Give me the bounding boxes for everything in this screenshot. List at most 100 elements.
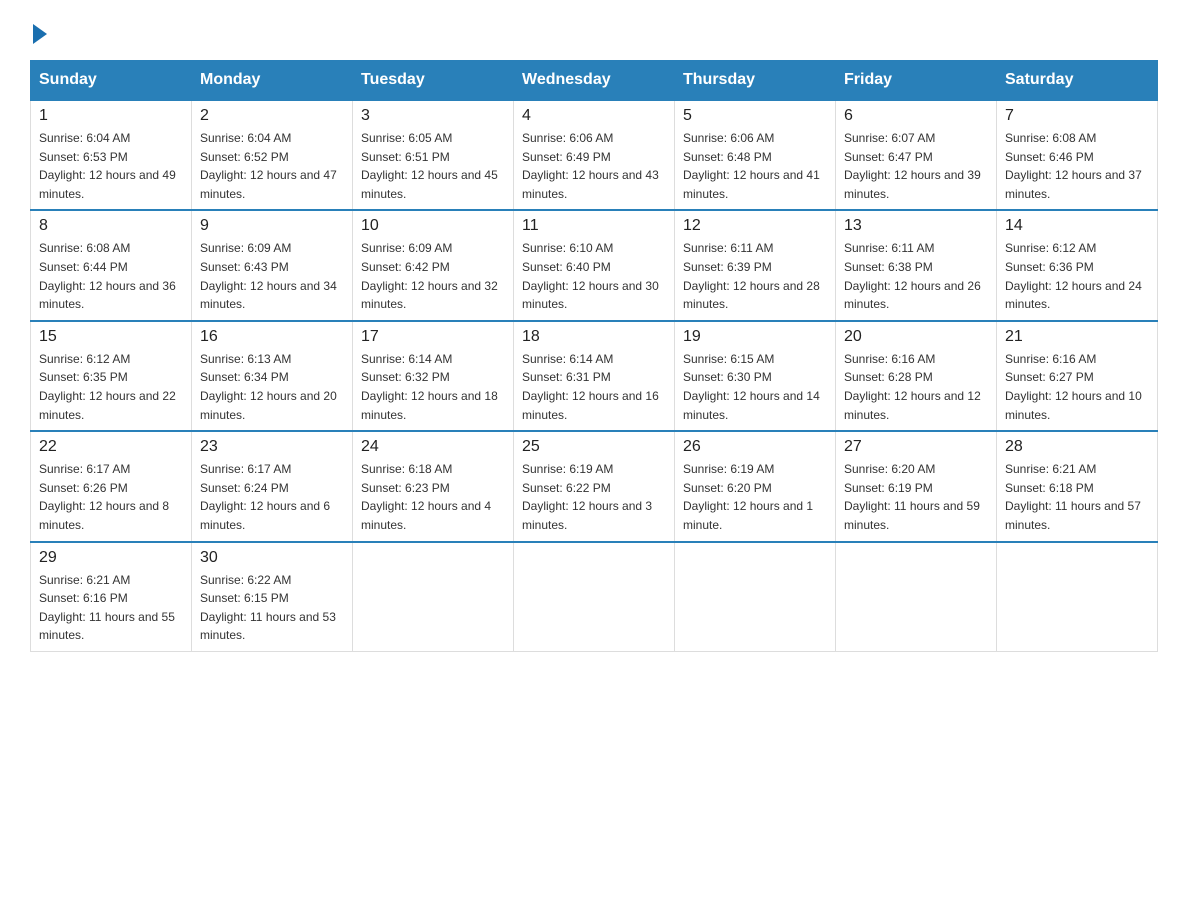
day-number: 2 xyxy=(200,107,344,125)
calendar-cell xyxy=(836,542,997,652)
calendar-cell: 23 Sunrise: 6:17 AMSunset: 6:24 PMDayligh… xyxy=(192,431,353,541)
day-info: Sunrise: 6:14 AMSunset: 6:31 PMDaylight:… xyxy=(522,352,659,422)
calendar-cell: 9 Sunrise: 6:09 AMSunset: 6:43 PMDaylight… xyxy=(192,210,353,320)
day-info: Sunrise: 6:12 AMSunset: 6:36 PMDaylight:… xyxy=(1005,241,1142,311)
day-info: Sunrise: 6:21 AMSunset: 6:16 PMDaylight:… xyxy=(39,573,175,643)
day-number: 9 xyxy=(200,217,344,235)
day-info: Sunrise: 6:08 AMSunset: 6:46 PMDaylight:… xyxy=(1005,131,1142,201)
calendar-cell: 18 Sunrise: 6:14 AMSunset: 6:31 PMDayligh… xyxy=(514,321,675,431)
day-info: Sunrise: 6:17 AMSunset: 6:26 PMDaylight:… xyxy=(39,462,169,532)
day-info: Sunrise: 6:20 AMSunset: 6:19 PMDaylight:… xyxy=(844,462,980,532)
calendar-cell: 25Sunrise: 6:19 AMSunset: 6:22 PMDayligh… xyxy=(514,431,675,541)
calendar-cell: 10Sunrise: 6:09 AMSunset: 6:42 PMDayligh… xyxy=(353,210,514,320)
day-number: 27 xyxy=(844,438,988,456)
day-number: 21 xyxy=(1005,328,1149,346)
day-number: 24 xyxy=(361,438,505,456)
calendar-cell xyxy=(353,542,514,652)
day-info: Sunrise: 6:14 AMSunset: 6:32 PMDaylight:… xyxy=(361,352,498,422)
calendar-cell: 26 Sunrise: 6:19 AMSunset: 6:20 PMDayligh… xyxy=(675,431,836,541)
calendar-header-row: SundayMondayTuesdayWednesdayThursdayFrid… xyxy=(31,61,1158,101)
header-thursday: Thursday xyxy=(675,61,836,101)
day-info: Sunrise: 6:08 AMSunset: 6:44 PMDaylight:… xyxy=(39,241,176,311)
day-info: Sunrise: 6:12 AMSunset: 6:35 PMDaylight:… xyxy=(39,352,176,422)
calendar-cell: 1 Sunrise: 6:04 AMSunset: 6:53 PMDaylight… xyxy=(31,100,192,210)
header-wednesday: Wednesday xyxy=(514,61,675,101)
week-row-3: 15 Sunrise: 6:12 AMSunset: 6:35 PMDayligh… xyxy=(31,321,1158,431)
day-info: Sunrise: 6:11 AMSunset: 6:38 PMDaylight:… xyxy=(844,241,981,311)
header-saturday: Saturday xyxy=(997,61,1158,101)
calendar-cell: 14 Sunrise: 6:12 AMSunset: 6:36 PMDayligh… xyxy=(997,210,1158,320)
day-number: 15 xyxy=(39,328,183,346)
day-info: Sunrise: 6:04 AMSunset: 6:53 PMDaylight:… xyxy=(39,131,176,201)
day-number: 19 xyxy=(683,328,827,346)
day-number: 25 xyxy=(522,438,666,456)
day-number: 3 xyxy=(361,107,505,125)
day-info: Sunrise: 6:19 AMSunset: 6:20 PMDaylight:… xyxy=(683,462,813,532)
day-number: 29 xyxy=(39,549,183,567)
calendar-cell xyxy=(514,542,675,652)
calendar-cell: 15 Sunrise: 6:12 AMSunset: 6:35 PMDayligh… xyxy=(31,321,192,431)
day-number: 26 xyxy=(683,438,827,456)
day-info: Sunrise: 6:09 AMSunset: 6:43 PMDaylight:… xyxy=(200,241,337,311)
week-row-4: 22 Sunrise: 6:17 AMSunset: 6:26 PMDayligh… xyxy=(31,431,1158,541)
day-info: Sunrise: 6:06 AMSunset: 6:48 PMDaylight:… xyxy=(683,131,820,201)
day-info: Sunrise: 6:22 AMSunset: 6:15 PMDaylight:… xyxy=(200,573,336,643)
calendar-cell: 12 Sunrise: 6:11 AMSunset: 6:39 PMDayligh… xyxy=(675,210,836,320)
calendar-cell: 6 Sunrise: 6:07 AMSunset: 6:47 PMDaylight… xyxy=(836,100,997,210)
day-info: Sunrise: 6:06 AMSunset: 6:49 PMDaylight:… xyxy=(522,131,659,201)
day-number: 1 xyxy=(39,107,183,125)
day-number: 20 xyxy=(844,328,988,346)
day-number: 12 xyxy=(683,217,827,235)
day-number: 18 xyxy=(522,328,666,346)
day-info: Sunrise: 6:21 AMSunset: 6:18 PMDaylight:… xyxy=(1005,462,1141,532)
calendar-cell: 28 Sunrise: 6:21 AMSunset: 6:18 PMDayligh… xyxy=(997,431,1158,541)
calendar-cell: 11 Sunrise: 6:10 AMSunset: 6:40 PMDayligh… xyxy=(514,210,675,320)
calendar-cell: 5 Sunrise: 6:06 AMSunset: 6:48 PMDaylight… xyxy=(675,100,836,210)
day-info: Sunrise: 6:16 AMSunset: 6:28 PMDaylight:… xyxy=(844,352,981,422)
calendar-cell: 2 Sunrise: 6:04 AMSunset: 6:52 PMDaylight… xyxy=(192,100,353,210)
calendar-cell: 27 Sunrise: 6:20 AMSunset: 6:19 PMDayligh… xyxy=(836,431,997,541)
calendar-cell: 21 Sunrise: 6:16 AMSunset: 6:27 PMDayligh… xyxy=(997,321,1158,431)
logo-arrow-icon xyxy=(33,24,47,44)
calendar-cell: 29 Sunrise: 6:21 AMSunset: 6:16 PMDayligh… xyxy=(31,542,192,652)
day-number: 23 xyxy=(200,438,344,456)
week-row-1: 1 Sunrise: 6:04 AMSunset: 6:53 PMDaylight… xyxy=(31,100,1158,210)
day-info: Sunrise: 6:15 AMSunset: 6:30 PMDaylight:… xyxy=(683,352,820,422)
calendar-cell: 4 Sunrise: 6:06 AMSunset: 6:49 PMDaylight… xyxy=(514,100,675,210)
day-info: Sunrise: 6:05 AMSunset: 6:51 PMDaylight:… xyxy=(361,131,498,201)
day-info: Sunrise: 6:16 AMSunset: 6:27 PMDaylight:… xyxy=(1005,352,1142,422)
calendar-cell: 8 Sunrise: 6:08 AMSunset: 6:44 PMDaylight… xyxy=(31,210,192,320)
day-number: 6 xyxy=(844,107,988,125)
day-number: 10 xyxy=(361,217,505,235)
day-number: 11 xyxy=(522,217,666,235)
week-row-2: 8 Sunrise: 6:08 AMSunset: 6:44 PMDaylight… xyxy=(31,210,1158,320)
day-number: 22 xyxy=(39,438,183,456)
day-info: Sunrise: 6:11 AMSunset: 6:39 PMDaylight:… xyxy=(683,241,820,311)
calendar-cell: 30 Sunrise: 6:22 AMSunset: 6:15 PMDayligh… xyxy=(192,542,353,652)
header-tuesday: Tuesday xyxy=(353,61,514,101)
header-friday: Friday xyxy=(836,61,997,101)
day-number: 7 xyxy=(1005,107,1149,125)
day-number: 28 xyxy=(1005,438,1149,456)
calendar-cell: 19 Sunrise: 6:15 AMSunset: 6:30 PMDayligh… xyxy=(675,321,836,431)
calendar-cell xyxy=(997,542,1158,652)
calendar-cell: 3 Sunrise: 6:05 AMSunset: 6:51 PMDaylight… xyxy=(353,100,514,210)
day-number: 17 xyxy=(361,328,505,346)
day-number: 14 xyxy=(1005,217,1149,235)
calendar-cell: 24Sunrise: 6:18 AMSunset: 6:23 PMDayligh… xyxy=(353,431,514,541)
day-info: Sunrise: 6:17 AMSunset: 6:24 PMDaylight:… xyxy=(200,462,330,532)
day-number: 8 xyxy=(39,217,183,235)
page-header xyxy=(30,20,1158,40)
day-info: Sunrise: 6:07 AMSunset: 6:47 PMDaylight:… xyxy=(844,131,981,201)
week-row-5: 29 Sunrise: 6:21 AMSunset: 6:16 PMDayligh… xyxy=(31,542,1158,652)
day-number: 4 xyxy=(522,107,666,125)
day-info: Sunrise: 6:04 AMSunset: 6:52 PMDaylight:… xyxy=(200,131,337,201)
header-monday: Monday xyxy=(192,61,353,101)
calendar-cell xyxy=(675,542,836,652)
day-number: 5 xyxy=(683,107,827,125)
calendar-cell: 7 Sunrise: 6:08 AMSunset: 6:46 PMDaylight… xyxy=(997,100,1158,210)
calendar-table: SundayMondayTuesdayWednesdayThursdayFrid… xyxy=(30,60,1158,652)
day-info: Sunrise: 6:10 AMSunset: 6:40 PMDaylight:… xyxy=(522,241,659,311)
calendar-cell: 13Sunrise: 6:11 AMSunset: 6:38 PMDayligh… xyxy=(836,210,997,320)
day-number: 30 xyxy=(200,549,344,567)
